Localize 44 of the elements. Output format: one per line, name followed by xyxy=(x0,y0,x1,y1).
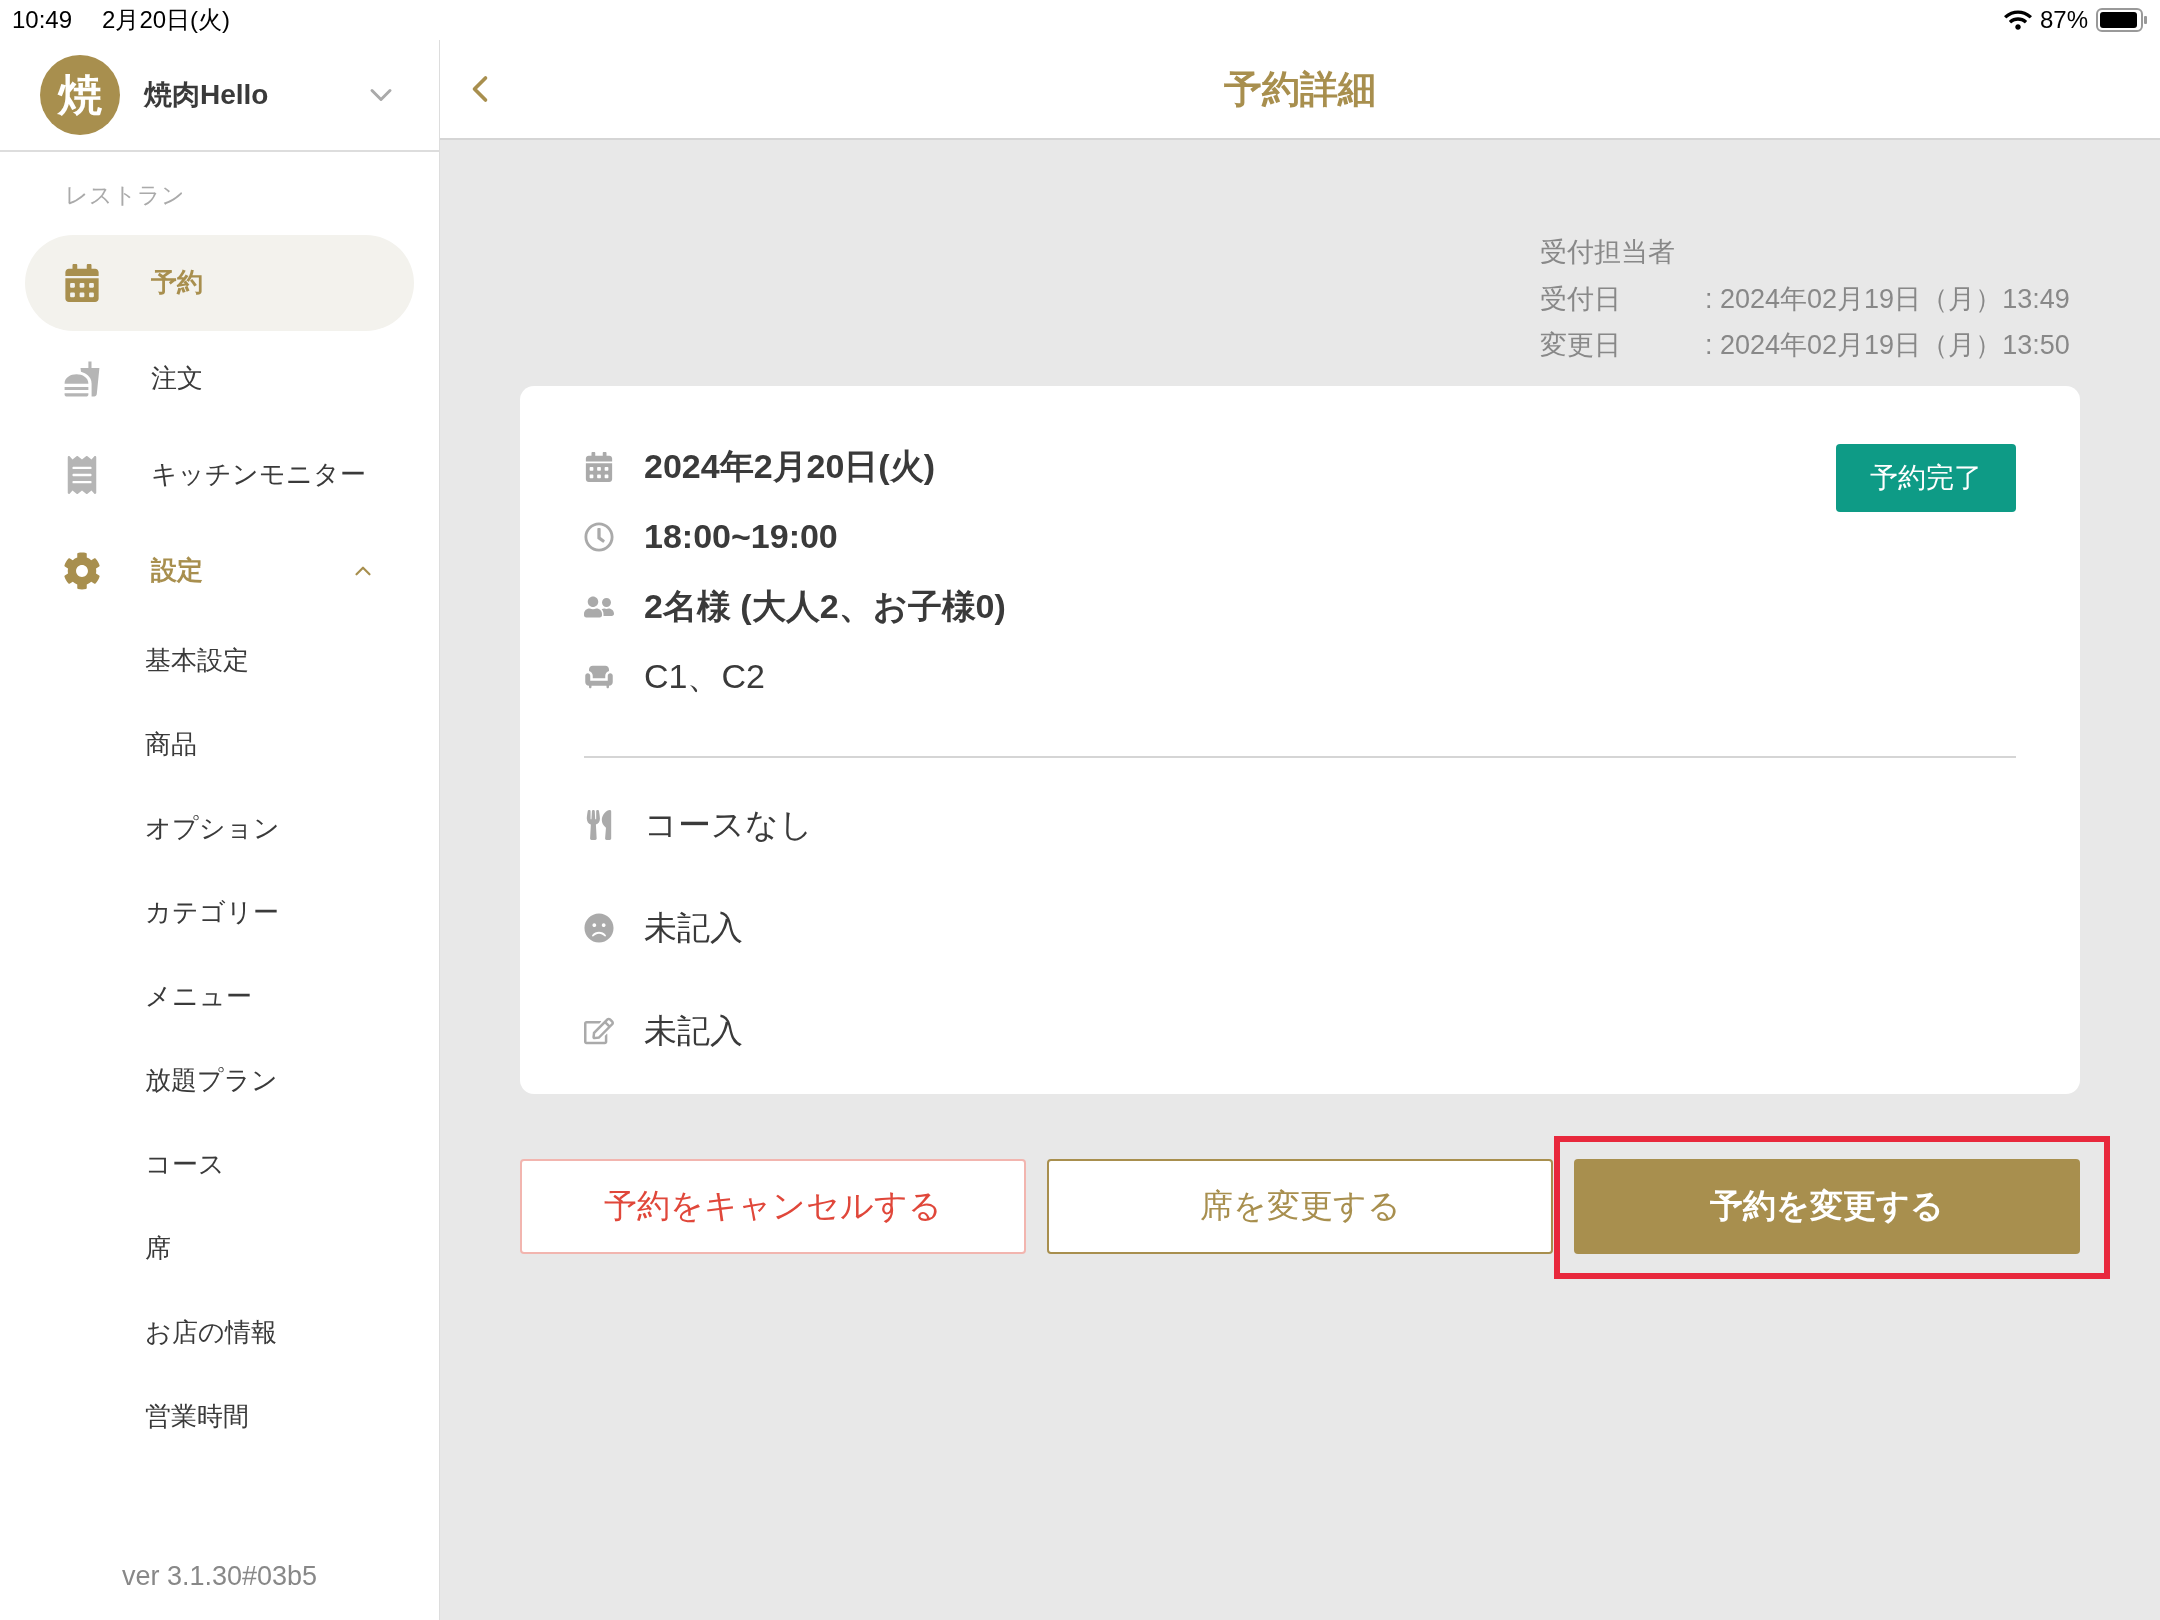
section-label: レストラン xyxy=(65,181,186,210)
clock-icon xyxy=(584,521,614,552)
meta-label: 受付担当者 xyxy=(1540,236,1676,269)
battery-icon xyxy=(2096,8,2148,32)
sidebar-item[interactable]: キッチンモニター xyxy=(25,426,414,523)
detail-text: 2024年2月20日(火) xyxy=(644,446,935,487)
sidebar-subitem[interactable]: カテゴリー xyxy=(25,870,414,955)
drink-and-burger-icon xyxy=(63,359,101,398)
battery-percent: 87% xyxy=(2039,5,2088,35)
meta-label: 受付日 xyxy=(1540,282,1622,316)
meta-value: : 2024年02月19日（月）13:50 xyxy=(1705,329,2071,362)
calendar-icon xyxy=(584,451,614,482)
edit-icon xyxy=(584,1015,614,1046)
fork-knife-icon xyxy=(584,809,614,840)
action-button[interactable]: 予約をキャンセルする xyxy=(520,1158,1026,1254)
wifi-icon xyxy=(2003,9,2032,31)
detail-text: C1、C2 xyxy=(644,656,765,697)
sidebar-item[interactable]: 注文 xyxy=(25,330,414,427)
meta-value: : 2024年02月19日（月）13:49 xyxy=(1705,282,2071,316)
status-date: 2月20日(火) xyxy=(102,5,231,35)
sidebar-subitem[interactable]: 基本設定 xyxy=(25,618,414,703)
sidebar-subitem[interactable]: お店の情報 xyxy=(25,1290,414,1375)
status-badge: 予約完了 xyxy=(1836,443,2016,512)
detail-text: 18:00~19:00 xyxy=(644,516,838,557)
gear-icon xyxy=(63,551,101,590)
frown-face-icon xyxy=(584,912,614,943)
sidebar-subitem[interactable]: コース xyxy=(25,1122,414,1207)
note-text: 未記入 xyxy=(644,1010,743,1051)
detail-text: 2名様 (大人2、お子様0) xyxy=(644,586,1006,627)
note-text: 未記入 xyxy=(644,907,743,948)
version-text: ver 3.1.30#03b5 xyxy=(121,1559,318,1593)
sidebar-subitem[interactable]: メニュー xyxy=(25,954,414,1039)
meta-label: 変更日 xyxy=(1540,329,1622,362)
sidebar-subitem[interactable]: 商品 xyxy=(25,702,414,787)
sidebar-subitem[interactable]: オプション xyxy=(25,786,414,871)
status-time: 10:49 xyxy=(12,5,73,35)
sidebar-subitem[interactable]: 放題プラン xyxy=(25,1038,414,1123)
sidebar-subitem[interactable]: 営業時間 xyxy=(25,1374,414,1459)
store-avatar: 焼 xyxy=(40,55,120,135)
calendar-icon xyxy=(63,263,101,302)
store-name: 焼肉Hello xyxy=(144,78,270,112)
sidebar-subitem[interactable]: 席 xyxy=(25,1206,414,1291)
note-text: コースなし xyxy=(644,804,813,845)
page-title: 予約詳細 xyxy=(1224,66,1376,112)
